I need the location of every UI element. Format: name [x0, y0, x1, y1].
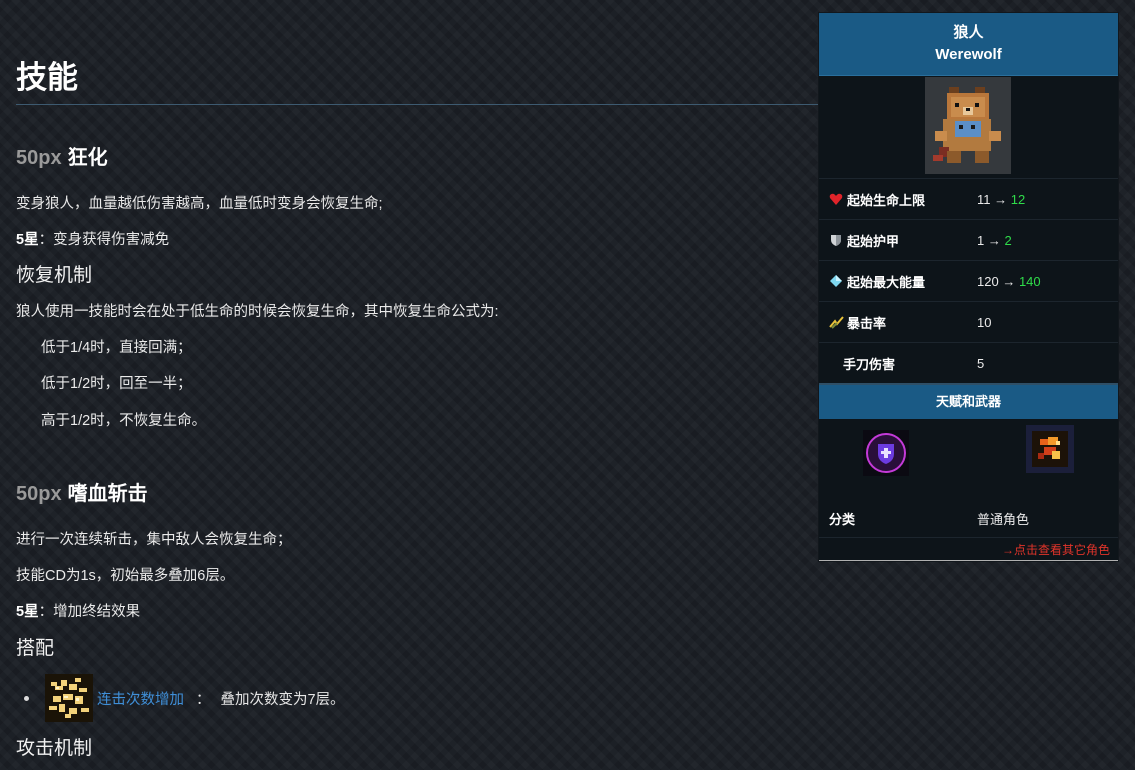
class-value: 普通角色: [977, 512, 1030, 527]
skill-name: 嗜血斩击: [67, 483, 148, 505]
heart-icon: [829, 192, 843, 206]
more-characters-link[interactable]: →点击查看其它角色: [1002, 541, 1110, 558]
combo-list-item: 连击次数增加 ： 叠加次数变为7层。: [24, 674, 345, 722]
stat-row-energy: 起始最大能量 120 → 140: [819, 260, 1118, 301]
class-row: 分类 普通角色: [819, 499, 1118, 538]
recovery-heading: 恢复机制: [16, 265, 93, 286]
fire-weapon-icon[interactable]: [1026, 425, 1074, 473]
skill-size: 50px: [16, 483, 62, 505]
recovery-line: 高于1/2时，不恢复生命。: [41, 413, 207, 429]
skill-heading-berserk: 50px 狂化: [16, 145, 108, 171]
skill-size: 50px: [16, 147, 62, 169]
stat-label: 手刀伤害: [843, 356, 896, 372]
stat-row-crit: 暴击率 10: [819, 301, 1118, 342]
skill-cd-text: 技能CD为1s，初始最多叠加6层。: [16, 568, 235, 584]
star5-text: ：变身获得伤害减免: [38, 232, 170, 248]
class-label: 分类: [829, 512, 856, 527]
skill-description: 变身狼人，血量越低伤害越高，血量低时变身会恢复生命;: [16, 196, 383, 212]
combo-link[interactable]: 连击次数增加: [97, 688, 184, 709]
talents-area: [819, 419, 1118, 499]
bullet-icon: [24, 695, 29, 701]
star5-note: 5星：变身获得伤害减免: [16, 230, 169, 250]
stat-row-melee: 手刀伤害 5: [819, 342, 1118, 383]
diamond-icon: [829, 274, 843, 288]
stat-label: 起始护甲: [847, 233, 900, 249]
more-characters-row: →点击查看其它角色: [819, 538, 1118, 561]
werewolf-portrait-icon[interactable]: [925, 77, 1011, 174]
shield-icon: [829, 233, 843, 247]
stat-row-armor: 起始护甲 1 → 2: [819, 219, 1118, 260]
stat-value: 10: [977, 314, 992, 330]
star5-text: ：增加终结效果: [38, 604, 141, 620]
star5-note: 5星：增加终结效果: [16, 602, 140, 622]
stat-value: 120 → 140: [977, 273, 1041, 289]
stat-value: 5: [977, 355, 985, 371]
combo-description: 叠加次数变为7层。: [220, 691, 345, 708]
page-title: 技能: [16, 58, 818, 105]
character-name-en: Werewolf: [935, 46, 1002, 63]
skill-heading-bloodthirst: 50px 嗜血斩击: [16, 481, 148, 507]
stat-label: 暴击率: [847, 315, 887, 331]
character-name-cn: 狼人: [953, 24, 984, 41]
star5-label: 5星: [16, 232, 39, 248]
stat-row-health: 起始生命上限 11 → 12: [819, 178, 1118, 219]
combo-separator: ：: [196, 691, 211, 708]
skill-description: 进行一次连续斩击，集中敌人会恢复生命；: [16, 532, 292, 548]
character-infobox: 狼人 Werewolf 起始生命上限 11 → 12 起始护甲 1 → 2 起始…: [818, 12, 1119, 562]
infobox-header: 狼人 Werewolf: [819, 13, 1118, 76]
stat-value: 11 → 12: [977, 191, 1026, 207]
portrait-area: [819, 76, 1118, 178]
attack-heading: 攻击机制: [16, 738, 93, 759]
star5-label: 5星: [16, 604, 39, 620]
combo-chain-icon[interactable]: [45, 674, 93, 722]
recovery-line: 低于1/4时，直接回满；: [41, 340, 192, 356]
purple-shield-talent-icon[interactable]: [863, 430, 909, 476]
crit-icon: [829, 315, 844, 329]
recovery-intro: 狼人使用一技能时会在处于低生命的时候会恢复生命，其中恢复生命公式为:: [16, 304, 499, 320]
stat-label: 起始最大能量: [847, 274, 926, 290]
combo-heading: 搭配: [16, 638, 55, 659]
talents-heading: 天赋和武器: [819, 383, 1118, 419]
skill-name: 狂化: [67, 147, 108, 169]
stat-value: 1 → 2: [977, 232, 1012, 248]
stat-label: 起始生命上限: [847, 192, 926, 208]
recovery-line: 低于1/2时，回至一半；: [41, 376, 192, 392]
